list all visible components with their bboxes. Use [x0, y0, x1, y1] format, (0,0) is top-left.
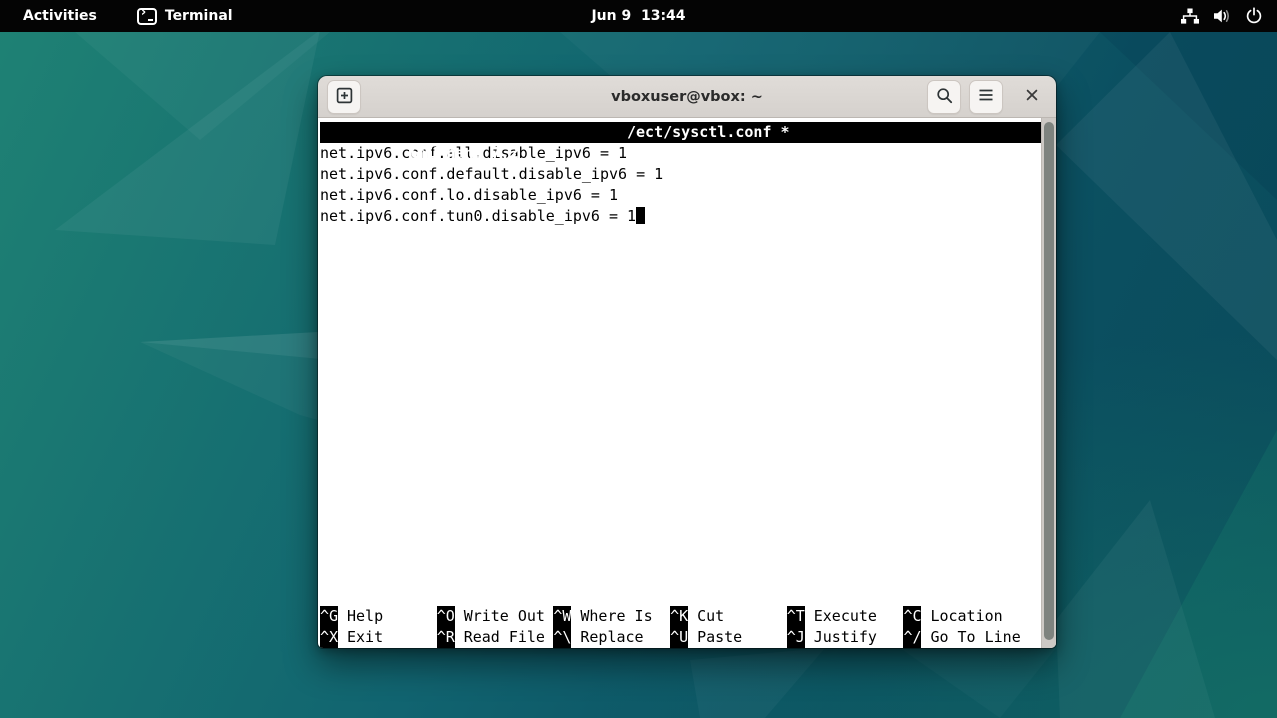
search-button[interactable] — [927, 80, 961, 114]
terminal-app-icon — [137, 8, 157, 25]
focused-app-name: Terminal — [165, 8, 233, 24]
search-icon — [936, 87, 953, 107]
shortcut-help: ^OWrite Out — [437, 606, 554, 627]
nano-titlebar: GNU nano 7.2 /ect/sysctl.conf * — [320, 122, 1041, 143]
text-cursor — [636, 207, 645, 224]
nano-shortcuts-row2: ^XExit ^RRead File ^\Replace ^UPaste ^JJ… — [320, 627, 1041, 648]
shortcut-help: ^RRead File — [437, 627, 554, 648]
shortcut-key: ^X — [320, 627, 338, 648]
shortcut-key: ^C — [903, 606, 921, 627]
shortcut-help: ^GHelp — [320, 606, 437, 627]
shortcut-label: Help — [338, 607, 383, 625]
shortcut-key: ^U — [670, 627, 688, 648]
terminal-body: GNU nano 7.2 /ect/sysctl.conf * net.ipv6… — [318, 118, 1056, 648]
nano-filename: /ect/sysctl.conf * — [627, 122, 790, 143]
shortcut-label: Execute — [805, 607, 877, 625]
shortcut-label: Paste — [688, 628, 742, 646]
activities-button[interactable]: Activities — [17, 6, 103, 26]
new-tab-icon — [336, 87, 353, 107]
shortcut-key: ^/ — [903, 627, 921, 648]
network-icon — [1180, 8, 1200, 25]
shortcut-help: ^JJustify — [787, 627, 904, 648]
system-status-area[interactable] — [1170, 5, 1277, 27]
shortcut-help: ^WWhere Is — [553, 606, 670, 627]
shortcut-help: ^/Go To Line — [903, 627, 1020, 648]
menu-button[interactable] — [969, 80, 1003, 114]
scrollbar-thumb[interactable] — [1044, 122, 1054, 640]
shortcut-label: Where Is — [571, 607, 652, 625]
menu-icon — [978, 88, 994, 105]
shortcut-label: Write Out — [455, 607, 545, 625]
close-icon — [1025, 88, 1039, 105]
nano-shortcuts-row1: ^GHelp ^OWrite Out ^WWhere Is ^KCut ^TEx… — [320, 606, 1041, 627]
shortcut-label: Cut — [688, 607, 724, 625]
shortcut-help: ^\Replace — [553, 627, 670, 648]
shortcut-help: ^KCut — [670, 606, 787, 627]
shortcut-key: ^K — [670, 606, 688, 627]
shortcut-label: Replace — [571, 628, 643, 646]
volume-icon — [1213, 8, 1232, 24]
editor-line: net.ipv6.conf.lo.disable_ipv6 = 1 — [320, 185, 1041, 206]
clock-button[interactable]: Jun 9 13:44 — [591, 8, 685, 24]
shortcut-label: Exit — [338, 628, 383, 646]
window-title: vboxuser@vbox: ~ — [611, 89, 763, 105]
terminal-window: vboxuser@vbox: ~ — [318, 76, 1056, 648]
window-titlebar[interactable]: vboxuser@vbox: ~ — [318, 76, 1056, 118]
shortcut-label: Read File — [455, 628, 545, 646]
close-button[interactable] — [1017, 82, 1047, 112]
shortcut-help: ^XExit — [320, 627, 437, 648]
editor-line: net.ipv6.conf.default.disable_ipv6 = 1 — [320, 164, 1041, 185]
shortcut-key: ^J — [787, 627, 805, 648]
shortcut-help: ^CLocation — [903, 606, 1020, 627]
focused-app-menu[interactable]: Terminal — [137, 8, 233, 25]
terminal-scrollbar[interactable] — [1041, 118, 1056, 648]
nano-editor[interactable]: GNU nano 7.2 /ect/sysctl.conf * net.ipv6… — [318, 118, 1041, 648]
shortcut-key: ^G — [320, 606, 338, 627]
shortcut-label: Justify — [805, 628, 877, 646]
shortcut-key: ^O — [437, 606, 455, 627]
shortcut-label: Go To Line — [921, 628, 1020, 646]
shortcut-key: ^W — [553, 606, 571, 627]
new-tab-button[interactable] — [327, 80, 361, 114]
shortcut-key: ^T — [787, 606, 805, 627]
shortcut-label: Location — [921, 607, 1002, 625]
power-icon — [1245, 7, 1263, 25]
shortcut-help: ^UPaste — [670, 627, 787, 648]
shortcut-key: ^R — [437, 627, 455, 648]
top-bar: Activities Terminal Jun 9 13:44 — [0, 0, 1277, 32]
editor-empty-area — [320, 227, 1041, 606]
editor-line: net.ipv6.conf.tun0.disable_ipv6 = 1 — [320, 206, 1041, 227]
nano-version: GNU nano 7.2 — [392, 144, 518, 162]
shortcut-key: ^\ — [553, 627, 571, 648]
shortcut-help: ^TExecute — [787, 606, 904, 627]
